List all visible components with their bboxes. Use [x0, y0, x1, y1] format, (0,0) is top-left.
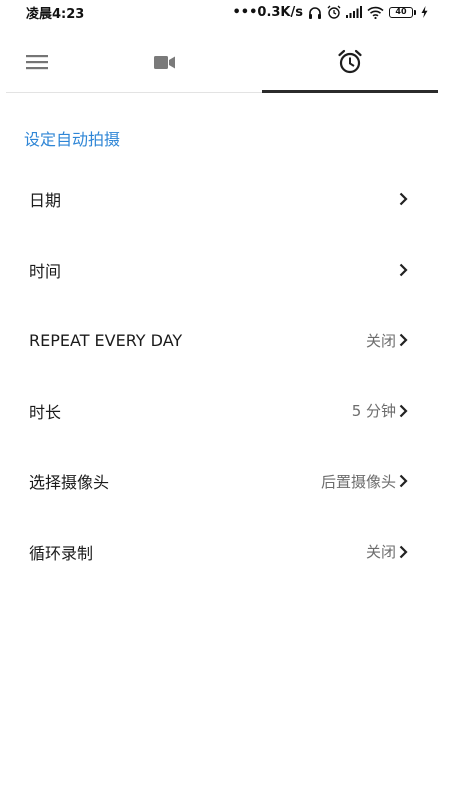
- chevron-right-icon: [399, 333, 408, 347]
- setting-value: 后置摄像头: [320, 472, 396, 491]
- setting-label: 时长: [29, 402, 62, 422]
- setting-label: REPEAT EVERY DAY: [29, 330, 183, 350]
- video-camera-icon: [154, 55, 175, 69]
- battery-level: 40: [395, 7, 407, 16]
- status-time: 凌晨4:23: [26, 6, 85, 22]
- status-bar: 凌晨4:23 •••0.3K/s 40: [0, 0, 456, 24]
- tab-video[interactable]: [68, 32, 262, 92]
- tab-bar: [6, 32, 438, 93]
- signal-icon: [346, 6, 362, 18]
- battery-icon: 40: [389, 6, 416, 18]
- menu-button[interactable]: [6, 32, 68, 92]
- chevron-right-icon: [399, 263, 408, 277]
- section-title: 设定自动拍摄: [24, 130, 121, 149]
- chevron-right-icon: [399, 545, 408, 559]
- setting-label: 选择摄像头: [29, 473, 110, 493]
- chevron-right-icon: [399, 404, 408, 418]
- alarm-clock-icon: [338, 49, 362, 74]
- network-speed: •••0.3K/s: [232, 4, 303, 20]
- setting-camera[interactable]: 选择摄像头 后置摄像头: [0, 446, 456, 517]
- setting-value: 关闭: [365, 543, 396, 562]
- tab-alarm[interactable]: [262, 32, 438, 93]
- setting-label: 时间: [29, 261, 62, 281]
- chevron-right-icon: [399, 474, 408, 488]
- setting-date[interactable]: 日期: [0, 164, 456, 235]
- setting-loop-recording[interactable]: 循环录制 关闭: [0, 517, 456, 588]
- setting-repeat-every-day[interactable]: REPEAT EVERY DAY 关闭: [0, 305, 456, 376]
- headphones-icon: [309, 6, 321, 19]
- setting-value: 5 分钟: [351, 402, 396, 421]
- settings-list: 日期 时间 REPEAT EVERY DAY 关闭 时长 5 分钟 选择摄像头 …: [0, 164, 456, 587]
- status-icons: •••0.3K/s 40: [232, 5, 428, 20]
- wifi-icon: [367, 6, 384, 19]
- charging-icon: [421, 6, 428, 18]
- setting-duration[interactable]: 时长 5 分钟: [0, 376, 456, 447]
- menu-icon: [26, 55, 48, 70]
- setting-label: 循环录制: [29, 543, 94, 563]
- setting-label: 日期: [29, 191, 62, 211]
- chevron-right-icon: [399, 192, 408, 206]
- setting-value: 关闭: [365, 331, 396, 350]
- setting-time[interactable]: 时间: [0, 235, 456, 306]
- alarm-icon: [327, 5, 341, 19]
